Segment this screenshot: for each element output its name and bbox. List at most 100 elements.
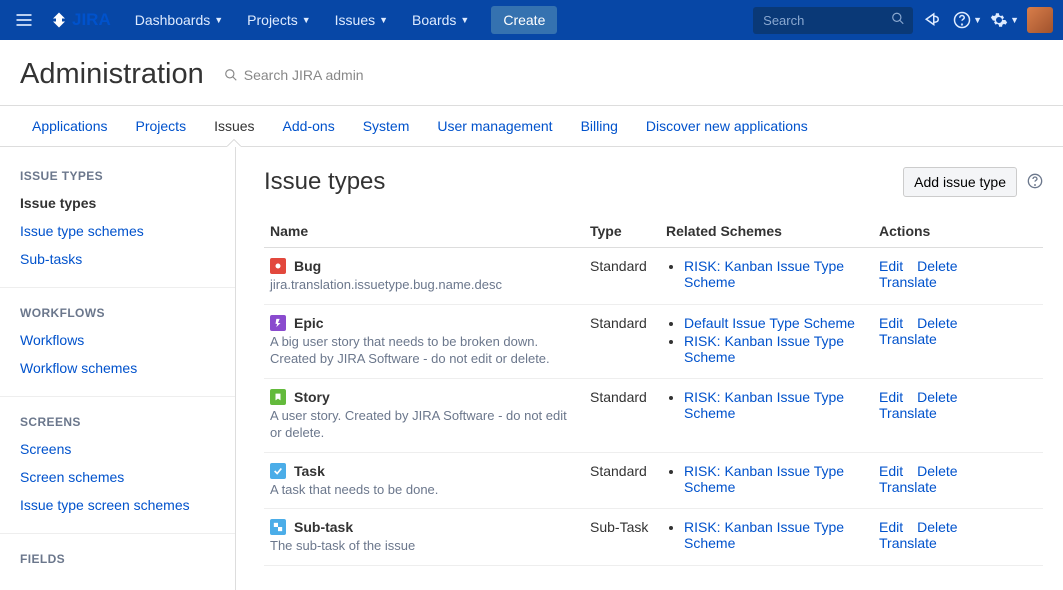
scheme-link[interactable]: RISK: Kanban Issue Type Scheme xyxy=(684,519,844,551)
edit-link[interactable]: Edit xyxy=(879,315,903,331)
scheme-link[interactable]: RISK: Kanban Issue Type Scheme xyxy=(684,463,844,495)
story-icon xyxy=(270,389,286,405)
chevron-down-icon: ▼ xyxy=(214,15,223,25)
scheme-link[interactable]: Default Issue Type Scheme xyxy=(684,315,855,331)
chevron-down-icon: ▼ xyxy=(460,15,469,25)
content: Issue types Add issue type NameTypeRelat… xyxy=(236,147,1063,590)
delete-link[interactable]: Delete xyxy=(917,258,957,274)
help-icon[interactable] xyxy=(1027,173,1043,192)
admin-search-placeholder: Search JIRA admin xyxy=(244,67,364,83)
chevron-down-icon: ▼ xyxy=(379,15,388,25)
issue-type-description: A task that needs to be done. xyxy=(270,481,570,499)
sidebar-heading: ISSUE TYPES xyxy=(20,169,215,183)
tab-add-ons[interactable]: Add-ons xyxy=(269,106,349,146)
scheme-link[interactable]: RISK: Kanban Issue Type Scheme xyxy=(684,333,844,365)
nav-item-issues[interactable]: Issues▼ xyxy=(323,0,400,40)
scheme-link[interactable]: RISK: Kanban Issue Type Scheme xyxy=(684,389,844,421)
issue-type-name: Story xyxy=(294,389,330,405)
tab-user-management[interactable]: User management xyxy=(423,106,566,146)
admin-tabs: ApplicationsProjectsIssuesAdd-onsSystemU… xyxy=(0,106,1063,147)
nav-item-dashboards[interactable]: Dashboards▼ xyxy=(123,0,235,40)
chevron-down-icon: ▼ xyxy=(302,15,311,25)
sidebar-item-sub-tasks[interactable]: Sub-tasks xyxy=(20,245,215,273)
issue-type-name: Task xyxy=(294,463,325,479)
tab-projects[interactable]: Projects xyxy=(122,106,201,146)
issue-type-name: Sub-task xyxy=(294,519,353,535)
jira-logo[interactable]: JIRA xyxy=(40,10,121,30)
help-menu[interactable]: ▼ xyxy=(953,8,982,32)
column-header: Related Schemes xyxy=(660,215,873,248)
app-switcher-icon[interactable] xyxy=(10,6,38,34)
sidebar-item-issue-type-schemes[interactable]: Issue type schemes xyxy=(20,217,215,245)
translate-link[interactable]: Translate xyxy=(879,331,937,347)
sidebar-heading: FIELDS xyxy=(20,552,215,566)
issue-type-name: Epic xyxy=(294,315,324,331)
edit-link[interactable]: Edit xyxy=(879,463,903,479)
subtask-icon xyxy=(270,519,286,535)
edit-link[interactable]: Edit xyxy=(879,519,903,535)
feedback-icon[interactable] xyxy=(921,8,945,32)
nav-item-projects[interactable]: Projects▼ xyxy=(235,0,323,40)
table-row: Story A user story. Created by JIRA Softw… xyxy=(264,378,1043,452)
settings-menu[interactable]: ▼ xyxy=(990,8,1019,32)
sidebar-item-issue-types[interactable]: Issue types xyxy=(20,189,215,217)
admin-header: Administration Search JIRA admin xyxy=(0,40,1063,106)
table-row: Bug jira.translation.issuetype.bug.name.d… xyxy=(264,248,1043,305)
issue-type-type: Standard xyxy=(584,304,660,378)
delete-link[interactable]: Delete xyxy=(917,519,957,535)
sidebar-item-screen-schemes[interactable]: Screen schemes xyxy=(20,463,215,491)
issue-type-type: Standard xyxy=(584,452,660,509)
sidebar: ISSUE TYPES Issue typesIssue type schemes… xyxy=(0,147,236,590)
tab-applications[interactable]: Applications xyxy=(18,106,122,146)
tab-discover-new-applications[interactable]: Discover new applications xyxy=(632,106,822,146)
sidebar-heading: WORKFLOWS xyxy=(20,306,215,320)
sidebar-item-workflows[interactable]: Workflows xyxy=(20,326,215,354)
delete-link[interactable]: Delete xyxy=(917,463,957,479)
page-title: Administration xyxy=(20,58,204,91)
brand-text: JIRA xyxy=(72,10,111,30)
issue-type-description: jira.translation.issuetype.bug.name.desc xyxy=(270,276,570,294)
top-navbar: JIRA Dashboards▼Projects▼Issues▼Boards▼ … xyxy=(0,0,1063,40)
table-row: Epic A big user story that needs to be br… xyxy=(264,304,1043,378)
create-button[interactable]: Create xyxy=(491,6,557,34)
issue-type-description: A big user story that needs to be broken… xyxy=(270,333,570,368)
task-icon xyxy=(270,463,286,479)
translate-link[interactable]: Translate xyxy=(879,535,937,551)
edit-link[interactable]: Edit xyxy=(879,258,903,274)
tab-system[interactable]: System xyxy=(349,106,424,146)
admin-search[interactable]: Search JIRA admin xyxy=(224,67,364,83)
issue-type-description: A user story. Created by JIRA Software -… xyxy=(270,407,570,442)
edit-link[interactable]: Edit xyxy=(879,389,903,405)
content-title: Issue types xyxy=(264,168,903,196)
table-row: Sub-task The sub-task of the issue Sub-Tas… xyxy=(264,509,1043,566)
issue-type-type: Standard xyxy=(584,248,660,305)
translate-link[interactable]: Translate xyxy=(879,405,937,421)
issue-type-description: The sub-task of the issue xyxy=(270,537,570,555)
search-icon xyxy=(891,12,905,29)
column-header: Name xyxy=(264,215,584,248)
issue-type-type: Sub-Task xyxy=(584,509,660,566)
user-avatar[interactable] xyxy=(1027,7,1053,33)
column-header: Actions xyxy=(873,215,1043,248)
sidebar-item-workflow-schemes[interactable]: Workflow schemes xyxy=(20,354,215,382)
sidebar-item-issue-type-screen-schemes[interactable]: Issue type screen schemes xyxy=(20,491,215,519)
global-search-input[interactable] xyxy=(753,7,913,34)
delete-link[interactable]: Delete xyxy=(917,389,957,405)
translate-link[interactable]: Translate xyxy=(879,274,937,290)
sidebar-heading: SCREENS xyxy=(20,415,215,429)
tab-billing[interactable]: Billing xyxy=(567,106,632,146)
table-row: Task A task that needs to be done. Standar… xyxy=(264,452,1043,509)
issue-types-table: NameTypeRelated SchemesActions Bugjira.t… xyxy=(264,215,1043,566)
scheme-link[interactable]: RISK: Kanban Issue Type Scheme xyxy=(684,258,844,290)
global-search[interactable] xyxy=(753,7,913,34)
tab-issues[interactable]: Issues xyxy=(200,106,268,146)
sidebar-item-screens[interactable]: Screens xyxy=(20,435,215,463)
issue-type-type: Standard xyxy=(584,378,660,452)
bug-icon xyxy=(270,258,286,274)
nav-item-boards[interactable]: Boards▼ xyxy=(400,0,481,40)
translate-link[interactable]: Translate xyxy=(879,479,937,495)
issue-type-name: Bug xyxy=(294,258,321,274)
epic-icon xyxy=(270,315,286,331)
add-issue-type-button[interactable]: Add issue type xyxy=(903,167,1017,197)
delete-link[interactable]: Delete xyxy=(917,315,957,331)
